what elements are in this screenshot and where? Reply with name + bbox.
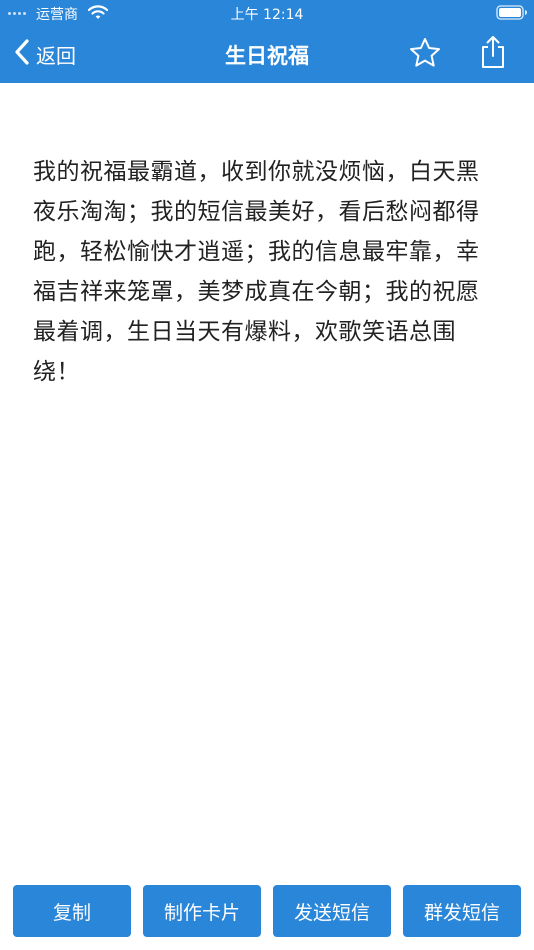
status-bar: 运营商 上午 12:14 xyxy=(0,0,534,26)
group-send-sms-button[interactable]: 群发短信 xyxy=(403,885,521,937)
share-icon xyxy=(477,36,509,74)
page-title: 生日祝福 xyxy=(225,44,309,68)
action-bar: 复制 制作卡片 发送短信 群发短信 xyxy=(0,885,534,937)
screen: 运营商 上午 12:14 返回 生日祝福 我的祝福最霸道，收到你就没烦恼，白天黑… xyxy=(0,0,534,950)
header: 运营商 上午 12:14 返回 生日祝福 xyxy=(0,0,534,83)
battery-icon xyxy=(496,5,528,24)
blessing-text: 我的祝福最霸道，收到你就没烦恼，白天黑夜乐淘淘；我的短信最美好，看后愁闷都得跑，… xyxy=(33,159,480,385)
star-icon xyxy=(408,38,442,74)
nav-bar: 返回 生日祝福 xyxy=(0,26,534,83)
send-sms-button[interactable]: 发送短信 xyxy=(273,885,391,937)
share-button[interactable] xyxy=(477,34,509,70)
copy-button[interactable]: 复制 xyxy=(13,885,131,937)
make-card-button[interactable]: 制作卡片 xyxy=(143,885,261,937)
status-time: 上午 12:14 xyxy=(230,7,304,23)
favorite-button[interactable] xyxy=(408,36,442,70)
